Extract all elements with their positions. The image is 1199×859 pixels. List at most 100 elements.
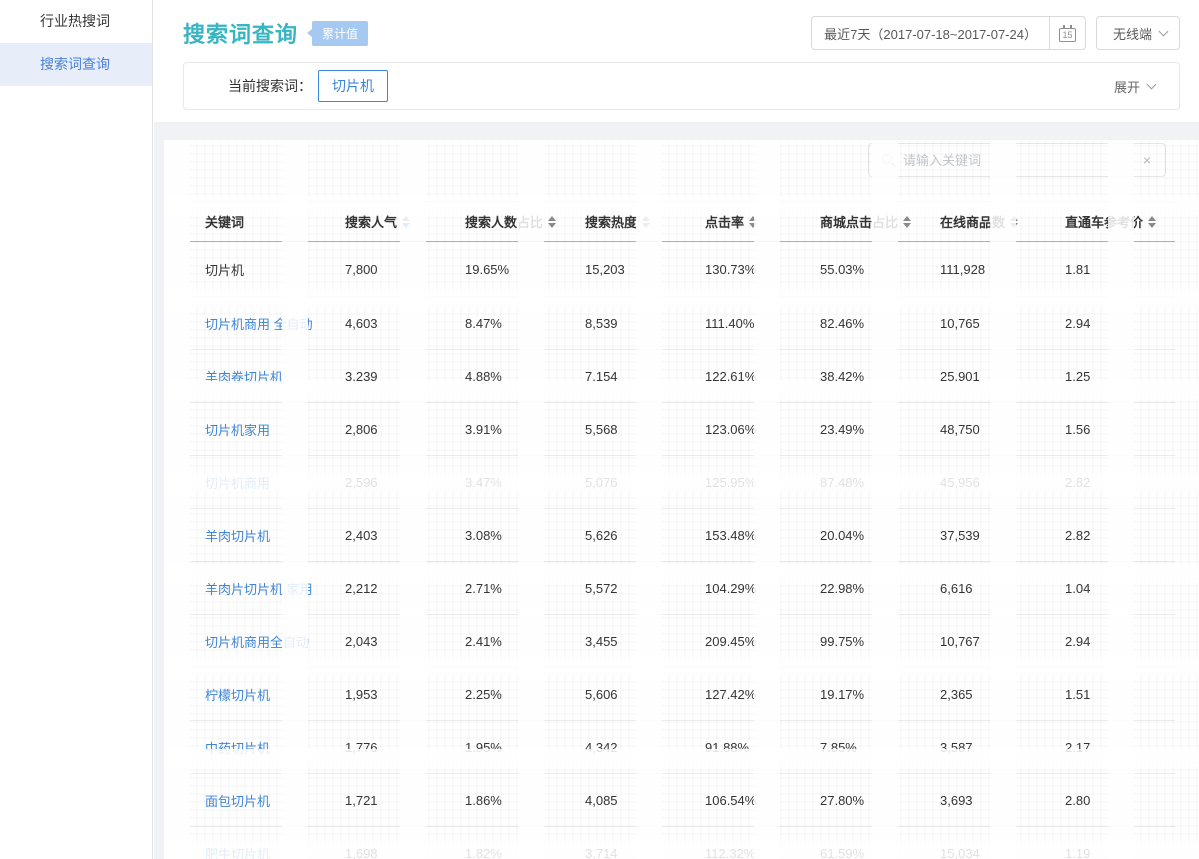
keyword-cell[interactable]: 切片机家用 — [205, 420, 345, 439]
sort-icon[interactable] — [1010, 216, 1018, 228]
keyword-cell[interactable]: 中药切片机 — [205, 738, 345, 757]
value-cell: 2.25% — [465, 687, 585, 702]
column-header-ztc-reference-price[interactable]: 直通车参考价 — [1065, 212, 1175, 231]
value-cell: 2,596 — [345, 475, 465, 490]
value-cell: 6,616 — [940, 581, 1065, 596]
search-row: × — [164, 140, 1199, 177]
value-cell: 7,800 — [345, 262, 465, 277]
value-cell: 1,953 — [345, 687, 465, 702]
column-header-search-heat[interactable]: 搜索热度 — [585, 212, 705, 231]
value-cell: 123.06% — [705, 422, 820, 437]
keyword-cell: 切片机 — [205, 260, 345, 279]
value-cell: 1.19 — [1065, 846, 1175, 859]
sort-icon[interactable] — [402, 216, 410, 228]
value-cell: 5,568 — [585, 422, 705, 437]
main-area: 搜索词查询 累计值 最近7天（2017-07-18~2017-07-24） 15… — [154, 0, 1199, 859]
value-cell: 3.91% — [465, 422, 585, 437]
value-cell: 122.61% — [705, 369, 820, 384]
date-range-picker[interactable]: 最近7天（2017-07-18~2017-07-24） 15 — [811, 16, 1086, 50]
value-cell: 127.42% — [705, 687, 820, 702]
value-cell: 1.86% — [465, 793, 585, 808]
keyword-cell[interactable]: 切片机商用 全自动 — [205, 314, 345, 333]
value-cell: 23.49% — [820, 422, 940, 437]
value-cell: 1.82% — [465, 846, 585, 859]
value-cell: 1.04 — [1065, 581, 1175, 596]
sort-icon[interactable] — [903, 216, 911, 228]
keyword-cell[interactable]: 肥牛切片机 — [205, 844, 345, 859]
column-label: 关键词 — [205, 212, 244, 231]
value-cell: 3,693 — [940, 793, 1065, 808]
sort-icon[interactable] — [749, 216, 757, 228]
calendar-icon[interactable]: 15 — [1049, 17, 1085, 49]
value-cell: 112.32% — [705, 846, 820, 859]
value-cell: 3,455 — [585, 634, 705, 649]
expand-label: 展开 — [1114, 77, 1140, 96]
value-cell: 2.94 — [1065, 316, 1175, 331]
value-cell: 55.03% — [820, 262, 940, 277]
column-label: 搜索人气 — [345, 212, 397, 231]
value-cell: 61.59% — [820, 846, 940, 859]
value-cell: 2,806 — [345, 422, 465, 437]
column-header-mall-click-ratio[interactable]: 商城点击占比 — [820, 212, 940, 231]
column-header-online-products[interactable]: 在线商品数 — [940, 212, 1065, 231]
keyword-cell[interactable]: 柠檬切片机 — [205, 685, 345, 704]
keyword-cell[interactable]: 面包切片机 — [205, 791, 345, 810]
value-cell: 22.98% — [820, 581, 940, 596]
value-cell: 82.46% — [820, 316, 940, 331]
column-header-search-user-ratio[interactable]: 搜索人数占比 — [465, 212, 585, 231]
value-cell: 25,901 — [940, 369, 1065, 384]
keyword-search-input[interactable] — [903, 153, 1141, 168]
value-cell: 48,750 — [940, 422, 1065, 437]
sort-icon[interactable] — [642, 216, 650, 228]
value-cell: 2.17 — [1065, 740, 1175, 755]
table-row: 肥牛切片机1,6981.82%3,714112.32%61.59%15,0341… — [190, 827, 1175, 859]
value-cell: 10,765 — [940, 316, 1065, 331]
value-cell: 38.42% — [820, 369, 940, 384]
current-search-word-chip[interactable]: 切片机 — [318, 70, 388, 102]
value-cell: 2.41% — [465, 634, 585, 649]
value-cell: 2.94 — [1065, 634, 1175, 649]
clear-search-icon[interactable]: × — [1141, 152, 1153, 168]
column-label: 搜索人数占比 — [465, 212, 543, 231]
value-cell: 2,212 — [345, 581, 465, 596]
column-header-click-rate[interactable]: 点击率 — [705, 212, 820, 231]
value-cell: 5,076 — [585, 475, 705, 490]
keyword-cell[interactable]: 羊肉切片机 — [205, 526, 345, 545]
column-header-keyword: 关键词 — [205, 212, 345, 231]
value-cell: 2,365 — [940, 687, 1065, 702]
table-row: 羊肉切片机2,4033.08%5,626153.48%20.04%37,5392… — [190, 509, 1175, 562]
value-cell: 1,698 — [345, 846, 465, 859]
value-cell: 15,034 — [940, 846, 1065, 859]
value-cell: 125.95% — [705, 475, 820, 490]
value-cell: 8.47% — [465, 316, 585, 331]
sort-icon[interactable] — [1148, 216, 1156, 228]
sidebar-item-search-word-query[interactable]: 搜索词查询 — [0, 43, 152, 86]
expand-toggle[interactable]: 展开 — [1114, 77, 1155, 96]
sidebar-item-industry-hot-words[interactable]: 行业热搜词 — [0, 0, 152, 43]
column-header-search-popularity[interactable]: 搜索人气 — [345, 212, 465, 231]
value-cell: 4,603 — [345, 316, 465, 331]
column-label: 直通车参考价 — [1065, 212, 1143, 231]
keyword-cell[interactable]: 羊肉卷切片机 — [205, 367, 345, 386]
table-row: 切片机商用2,5963.47%5,076125.95%87.48%45,9562… — [190, 456, 1175, 509]
value-cell: 5,626 — [585, 528, 705, 543]
value-cell: 19.65% — [465, 262, 585, 277]
value-cell: 106.54% — [705, 793, 820, 808]
value-cell: 3.08% — [465, 528, 585, 543]
value-cell: 15,203 — [585, 262, 705, 277]
keyword-search-box[interactable]: × — [868, 143, 1166, 177]
table-row: 羊肉片切片机 家用2,2122.71%5,572104.29%22.98%6,6… — [190, 562, 1175, 615]
value-cell: 2.82 — [1065, 475, 1175, 490]
keyword-cell[interactable]: 羊肉片切片机 家用 — [205, 579, 345, 598]
keyword-cell[interactable]: 切片机商用全自动 — [205, 632, 345, 651]
keyword-cell[interactable]: 切片机商用 — [205, 473, 345, 492]
terminal-dropdown[interactable]: 无线端 — [1096, 16, 1180, 50]
column-label: 在线商品数 — [940, 212, 1005, 231]
sort-icon[interactable] — [548, 216, 556, 228]
value-cell: 37,539 — [940, 528, 1065, 543]
value-cell: 209.45% — [705, 634, 820, 649]
value-cell: 1,776 — [345, 740, 465, 755]
value-cell: 3,587 — [940, 740, 1065, 755]
value-cell: 2,043 — [345, 634, 465, 649]
cumulative-value-badge: 累计值 — [312, 21, 368, 46]
